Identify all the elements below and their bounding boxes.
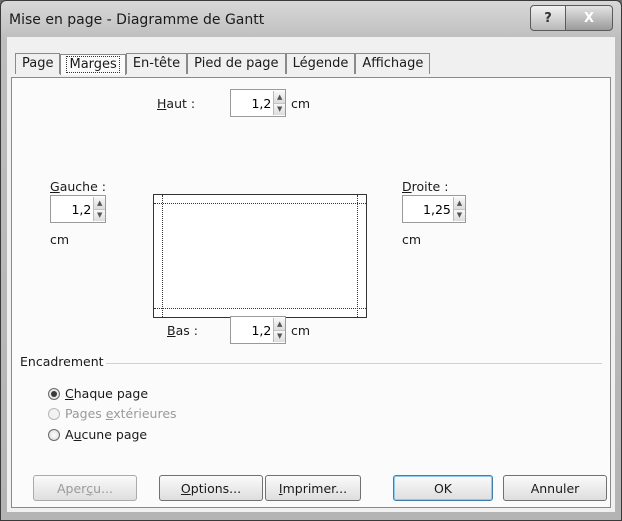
- top-margin-line: [154, 203, 366, 204]
- bottom-margin-unit: cm: [291, 323, 311, 338]
- cancel-button[interactable]: Annuler: [503, 475, 607, 501]
- tab-label: Affichage: [362, 56, 424, 71]
- left-margin-label: Gauche :: [50, 179, 106, 194]
- radio-outer-pages[interactable]: Pages extérieures: [48, 406, 177, 421]
- window-title: Mise en page - Diagramme de Gantt: [9, 12, 265, 28]
- right-margin-input[interactable]: [403, 199, 453, 219]
- right-margin-spinner[interactable]: ▲▼: [402, 195, 466, 223]
- tab-affichage[interactable]: Affichage: [355, 53, 431, 74]
- top-margin-unit: cm: [291, 96, 311, 111]
- radio-label: Chaque page: [65, 386, 149, 401]
- left-margin-line: [162, 195, 163, 317]
- group-divider: [106, 363, 602, 364]
- margins-panel: Haut : ▲▼ cm Gauche : ▲▼ cm Droite :: [11, 77, 611, 508]
- tab-page[interactable]: Page: [15, 53, 61, 74]
- tab-strip: Page Marges En-tête Pied de page Légende…: [15, 53, 431, 75]
- tab-marges[interactable]: Marges: [60, 54, 126, 75]
- radio-each-page[interactable]: Chaque page: [48, 386, 148, 401]
- tab-label: Marges: [66, 56, 120, 73]
- arrow-up-icon[interactable]: ▲: [94, 197, 105, 210]
- tab-label: Légende: [292, 56, 349, 71]
- right-margin-arrows[interactable]: ▲ ▼: [452, 197, 465, 221]
- radio-label: Aucune page: [65, 427, 148, 442]
- title-bar[interactable]: Mise en page - Diagramme de Gantt ? X: [1, 1, 621, 41]
- left-margin-arrows[interactable]: ▲ ▼: [93, 197, 105, 221]
- right-margin-unit: cm: [402, 232, 422, 247]
- tab-legende[interactable]: Légende: [285, 53, 356, 74]
- print-button[interactable]: Imprimer...: [265, 475, 361, 501]
- left-margin-unit: cm: [50, 232, 70, 247]
- tab-en-tete[interactable]: En-tête: [125, 53, 188, 74]
- close-button[interactable]: X: [566, 5, 613, 31]
- help-button[interactable]: ?: [530, 5, 566, 31]
- right-margin-line: [357, 195, 358, 317]
- arrow-down-icon[interactable]: ▼: [94, 209, 105, 221]
- title-buttons: ? X: [530, 5, 613, 31]
- arrow-up-icon[interactable]: ▲: [453, 197, 465, 210]
- tab-label: Pied de page: [194, 56, 279, 71]
- top-margin-spinner[interactable]: ▲▼: [230, 89, 286, 117]
- dialog-client-area: Page Marges En-tête Pied de page Légende…: [7, 37, 615, 512]
- bottom-margin-label: Bas :: [167, 323, 198, 338]
- arrow-down-icon[interactable]: ▼: [274, 330, 285, 342]
- tab-pied-de-page[interactable]: Pied de page: [187, 53, 286, 74]
- bottom-margin-spinner[interactable]: ▲▼: [230, 316, 286, 344]
- top-margin-arrows[interactable]: ▲ ▼: [273, 91, 285, 115]
- arrow-down-icon[interactable]: ▼: [274, 103, 285, 115]
- tab-label: Page: [22, 56, 54, 71]
- close-icon: X: [583, 10, 595, 26]
- left-margin-spinner[interactable]: ▲▼: [50, 195, 106, 223]
- tab-label: En-tête: [132, 56, 181, 71]
- top-margin-label: Haut :: [157, 96, 196, 111]
- help-icon: ?: [544, 10, 552, 26]
- options-button[interactable]: Options...: [159, 475, 263, 501]
- page-setup-dialog: Mise en page - Diagramme de Gantt ? X Pa…: [0, 0, 622, 521]
- top-margin-input[interactable]: [231, 93, 274, 113]
- bottom-margin-line: [154, 308, 366, 309]
- arrow-up-icon[interactable]: ▲: [274, 318, 285, 331]
- arrow-up-icon[interactable]: ▲: [274, 91, 285, 104]
- page-preview: [153, 194, 367, 318]
- ok-button[interactable]: OK: [393, 475, 493, 501]
- right-margin-label: Droite :: [402, 179, 449, 194]
- radio-checked-icon[interactable]: [48, 387, 60, 400]
- arrow-down-icon[interactable]: ▼: [453, 209, 465, 221]
- borders-group-label: Encadrement: [20, 354, 104, 369]
- left-margin-input[interactable]: [51, 199, 94, 219]
- bottom-margin-input[interactable]: [231, 320, 274, 340]
- radio-icon[interactable]: [48, 428, 60, 441]
- radio-icon[interactable]: [48, 407, 60, 420]
- radio-no-page[interactable]: Aucune page: [48, 427, 147, 442]
- bottom-margin-arrows[interactable]: ▲ ▼: [273, 318, 285, 342]
- preview-button[interactable]: Aper ç u...: [33, 475, 137, 501]
- radio-label: Pages extérieures: [65, 406, 177, 421]
